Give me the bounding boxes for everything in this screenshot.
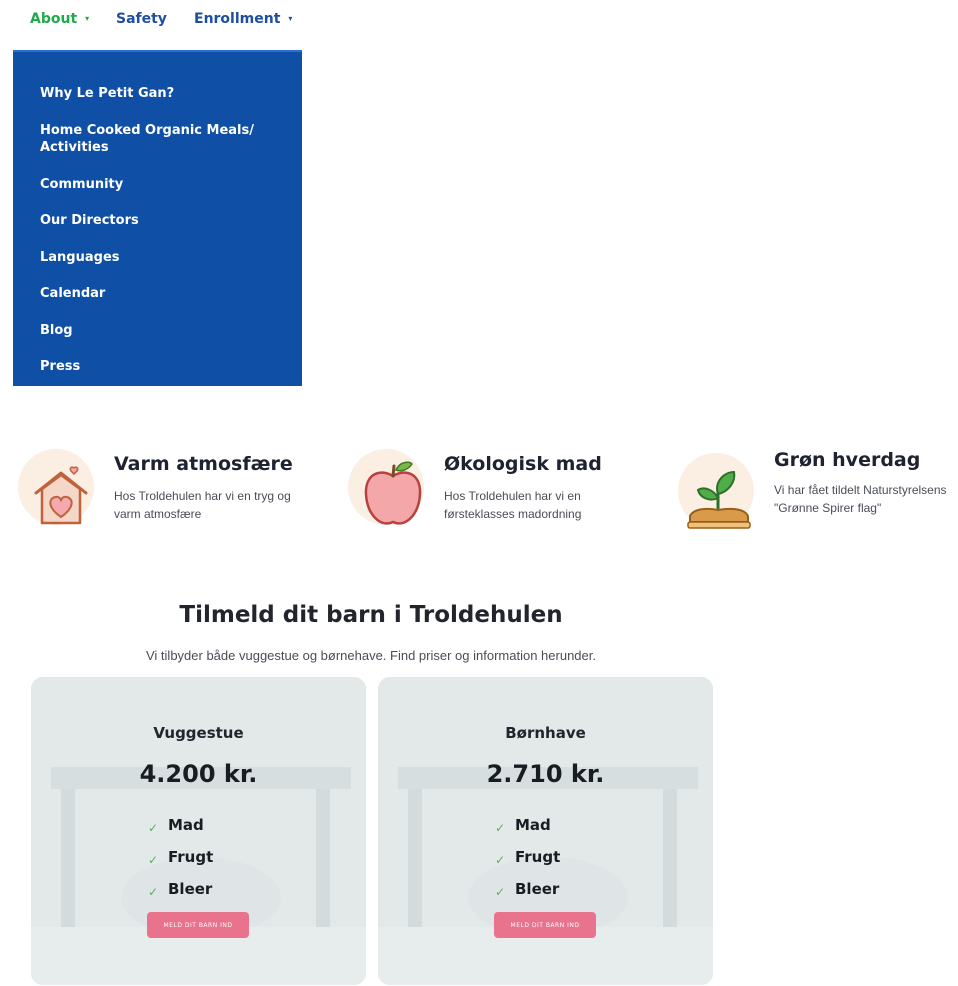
feature-label: Frugt: [168, 848, 214, 866]
check-icon: ✓: [495, 853, 506, 867]
feature-label: Frugt: [515, 848, 561, 866]
enroll-button[interactable]: MELD DIT BARN IND: [147, 912, 249, 938]
enroll-heading: Tilmeld dit barn i Troldehulen: [179, 602, 563, 628]
chevron-down-icon: ▾: [85, 14, 90, 23]
nav-about[interactable]: About ▾: [30, 11, 89, 27]
menu-item-why[interactable]: Why Le Petit Gan?: [40, 85, 280, 102]
check-icon: ✓: [495, 885, 506, 899]
apple-icon: [364, 461, 422, 525]
plan-features: ✓ Mad ✓ Frugt ✓ Bleer: [148, 809, 213, 905]
feature-text: Vi har fået tildelt Naturstyrelsens "Grø…: [774, 483, 947, 515]
plan-name: Vuggestue: [153, 724, 244, 742]
feature-label: Bleer: [515, 880, 560, 898]
feature-text: Hos Troldehulen har vi en tryg og varm a…: [114, 489, 291, 521]
nav-about-label: About: [30, 11, 78, 27]
about-dropdown-menu: Why Le Petit Gan? Home Cooked Organic Me…: [13, 50, 302, 386]
menu-item-press[interactable]: Press: [40, 358, 280, 375]
nav-safety-label: Safety: [116, 11, 167, 27]
check-icon: ✓: [148, 853, 159, 867]
feature-label: Mad: [168, 816, 204, 834]
pricing-card-bornhave: Børnhave 2.710 kr. ✓ Mad ✓ Frugt ✓ Bleer ME…: [378, 677, 713, 985]
menu-item-community[interactable]: Community: [40, 176, 280, 193]
menu-item-languages[interactable]: Languages: [40, 249, 280, 266]
feature-title: Økologisk mad: [444, 453, 602, 475]
plan-price: 2.710 kr.: [486, 760, 605, 788]
sprout-icon: [687, 470, 751, 529]
feature-label: Mad: [515, 816, 551, 834]
list-item: ✓ Bleer: [148, 873, 213, 905]
check-icon: ✓: [495, 821, 506, 835]
list-item: ✓ Bleer: [495, 873, 560, 905]
list-item: ✓ Frugt: [148, 841, 213, 873]
house-heart-icon: [34, 466, 88, 525]
nav-enrollment[interactable]: Enrollment ▾: [194, 11, 292, 27]
menu-item-directors[interactable]: Our Directors: [40, 212, 280, 229]
check-icon: ✓: [148, 885, 159, 899]
check-icon: ✓: [148, 821, 159, 835]
feature-title: Varm atmosfære: [114, 453, 293, 475]
list-item: ✓ Frugt: [495, 841, 560, 873]
nav-enrollment-label: Enrollment: [194, 11, 281, 27]
plan-price: 4.200 kr.: [139, 760, 258, 788]
plan-features: ✓ Mad ✓ Frugt ✓ Bleer: [495, 809, 560, 905]
menu-item-blog[interactable]: Blog: [40, 322, 280, 339]
plan-name: Børnhave: [505, 724, 586, 742]
chevron-down-icon: ▾: [288, 14, 293, 23]
enroll-subtitle: Vi tilbyder både vuggestue og børnehave.…: [146, 648, 596, 663]
enroll-button[interactable]: MELD DIT BARN IND: [494, 912, 596, 938]
feature-label: Bleer: [168, 880, 213, 898]
pricing-card-vuggestue: Vuggestue 4.200 kr. ✓ Mad ✓ Frugt ✓ Bleer M…: [31, 677, 366, 985]
list-item: ✓ Mad: [148, 809, 213, 841]
list-item: ✓ Mad: [495, 809, 560, 841]
feature-text: Hos Troldehulen har vi en førsteklasses …: [444, 489, 582, 521]
menu-item-calendar[interactable]: Calendar: [40, 285, 280, 302]
menu-item-meals[interactable]: Home Cooked Organic Meals/ Activities: [40, 122, 280, 156]
feature-title: Grøn hverdag: [774, 449, 921, 471]
top-nav: About ▾ Safety Enrollment ▾: [13, 0, 302, 50]
nav-safety[interactable]: Safety: [116, 11, 167, 27]
